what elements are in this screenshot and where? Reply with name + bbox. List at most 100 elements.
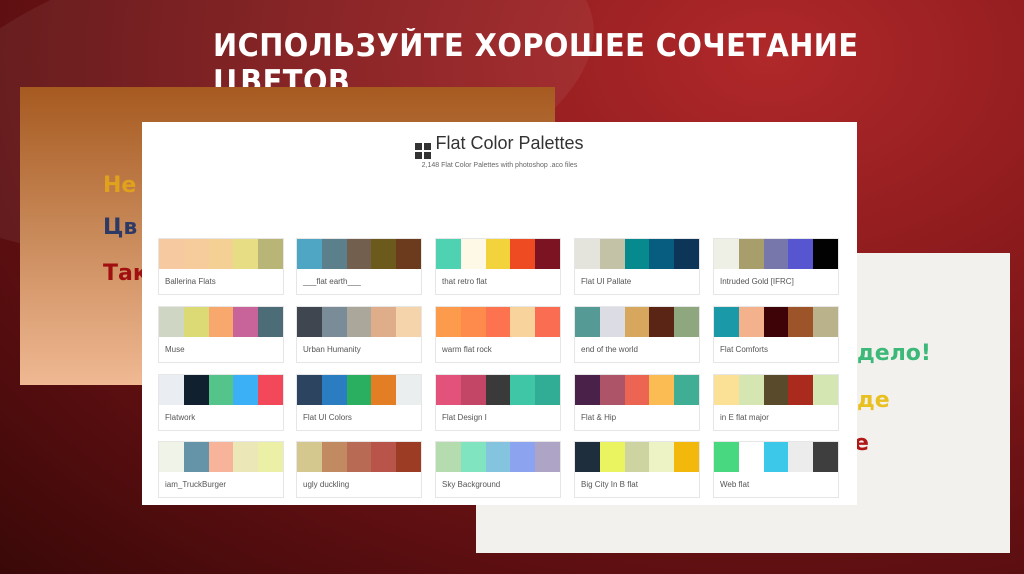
color-swatch[interactable] — [460, 307, 486, 337]
color-swatch[interactable] — [460, 442, 486, 472]
palette-card[interactable]: Flat UI Colors — [296, 374, 422, 431]
color-swatch[interactable] — [535, 239, 560, 269]
color-swatch[interactable] — [159, 307, 184, 337]
color-swatch[interactable] — [788, 375, 814, 405]
color-swatch[interactable] — [599, 239, 625, 269]
color-swatch[interactable] — [674, 239, 699, 269]
color-swatch[interactable] — [788, 442, 814, 472]
palette-card[interactable]: Flat Design I — [435, 374, 561, 431]
color-swatch[interactable] — [624, 239, 650, 269]
color-swatch[interactable] — [233, 442, 259, 472]
palette-card[interactable]: Flatwork — [158, 374, 284, 431]
color-swatch[interactable] — [485, 442, 511, 472]
color-swatch[interactable] — [813, 239, 838, 269]
color-swatch[interactable] — [396, 442, 421, 472]
color-swatch[interactable] — [436, 239, 461, 269]
color-swatch[interactable] — [813, 375, 838, 405]
color-swatch[interactable] — [599, 442, 625, 472]
color-swatch[interactable] — [233, 307, 259, 337]
color-swatch[interactable] — [788, 307, 814, 337]
color-swatch[interactable] — [535, 307, 560, 337]
color-swatch[interactable] — [738, 375, 764, 405]
color-swatch[interactable] — [535, 375, 560, 405]
color-swatch[interactable] — [510, 239, 536, 269]
palette-card[interactable]: Intruded Gold [IFRC] — [713, 238, 839, 295]
color-swatch[interactable] — [208, 239, 234, 269]
color-swatch[interactable] — [159, 239, 184, 269]
color-swatch[interactable] — [258, 239, 283, 269]
color-swatch[interactable] — [460, 375, 486, 405]
palette-card[interactable]: Web flat — [713, 441, 839, 498]
color-swatch[interactable] — [649, 307, 675, 337]
color-swatch[interactable] — [346, 442, 372, 472]
palette-card[interactable]: that retro flat — [435, 238, 561, 295]
color-swatch[interactable] — [714, 375, 739, 405]
color-swatch[interactable] — [396, 239, 421, 269]
palette-card[interactable]: Muse — [158, 306, 284, 363]
color-swatch[interactable] — [738, 307, 764, 337]
color-swatch[interactable] — [485, 375, 511, 405]
color-swatch[interactable] — [714, 307, 739, 337]
color-swatch[interactable] — [510, 442, 536, 472]
palette-card[interactable]: ugly duckling — [296, 441, 422, 498]
palette-card[interactable]: Flat & Hip — [574, 374, 700, 431]
color-swatch[interactable] — [233, 375, 259, 405]
color-swatch[interactable] — [371, 375, 397, 405]
color-swatch[interactable] — [714, 239, 739, 269]
color-swatch[interactable] — [714, 442, 739, 472]
palette-card[interactable]: end of the world — [574, 306, 700, 363]
color-swatch[interactable] — [183, 307, 209, 337]
color-swatch[interactable] — [599, 307, 625, 337]
palette-card[interactable]: Ballerina Flats — [158, 238, 284, 295]
palette-card[interactable]: Flat Comforts — [713, 306, 839, 363]
color-swatch[interactable] — [763, 239, 789, 269]
color-swatch[interactable] — [674, 442, 699, 472]
color-swatch[interactable] — [258, 375, 283, 405]
color-swatch[interactable] — [510, 307, 536, 337]
color-swatch[interactable] — [258, 442, 283, 472]
palette-card[interactable]: iam_TruckBurger — [158, 441, 284, 498]
color-swatch[interactable] — [436, 375, 461, 405]
color-swatch[interactable] — [297, 442, 322, 472]
color-swatch[interactable] — [763, 307, 789, 337]
color-swatch[interactable] — [649, 239, 675, 269]
color-swatch[interactable] — [321, 307, 347, 337]
color-swatch[interactable] — [208, 307, 234, 337]
color-swatch[interactable] — [624, 375, 650, 405]
color-swatch[interactable] — [485, 239, 511, 269]
palette-card[interactable]: Urban Humanity — [296, 306, 422, 363]
color-swatch[interactable] — [460, 239, 486, 269]
color-swatch[interactable] — [297, 375, 322, 405]
color-swatch[interactable] — [624, 442, 650, 472]
color-swatch[interactable] — [763, 375, 789, 405]
color-swatch[interactable] — [649, 442, 675, 472]
color-swatch[interactable] — [436, 442, 461, 472]
color-swatch[interactable] — [813, 307, 838, 337]
color-swatch[interactable] — [371, 442, 397, 472]
color-swatch[interactable] — [371, 307, 397, 337]
palette-card[interactable]: Flat UI Pallate — [574, 238, 700, 295]
color-swatch[interactable] — [674, 307, 699, 337]
color-swatch[interactable] — [321, 239, 347, 269]
color-swatch[interactable] — [159, 442, 184, 472]
color-swatch[interactable] — [763, 442, 789, 472]
color-swatch[interactable] — [575, 307, 600, 337]
color-swatch[interactable] — [738, 442, 764, 472]
color-swatch[interactable] — [575, 239, 600, 269]
palette-card[interactable]: Big City In B flat — [574, 441, 700, 498]
color-swatch[interactable] — [208, 442, 234, 472]
color-swatch[interactable] — [575, 375, 600, 405]
color-swatch[interactable] — [346, 375, 372, 405]
color-swatch[interactable] — [738, 239, 764, 269]
color-swatch[interactable] — [346, 239, 372, 269]
palette-card[interactable]: ___flat earth___ — [296, 238, 422, 295]
palette-card[interactable]: Sky Background — [435, 441, 561, 498]
color-swatch[interactable] — [575, 442, 600, 472]
color-swatch[interactable] — [788, 239, 814, 269]
color-swatch[interactable] — [297, 307, 322, 337]
color-swatch[interactable] — [233, 239, 259, 269]
color-swatch[interactable] — [396, 307, 421, 337]
color-swatch[interactable] — [674, 375, 699, 405]
color-swatch[interactable] — [321, 375, 347, 405]
color-swatch[interactable] — [535, 442, 560, 472]
